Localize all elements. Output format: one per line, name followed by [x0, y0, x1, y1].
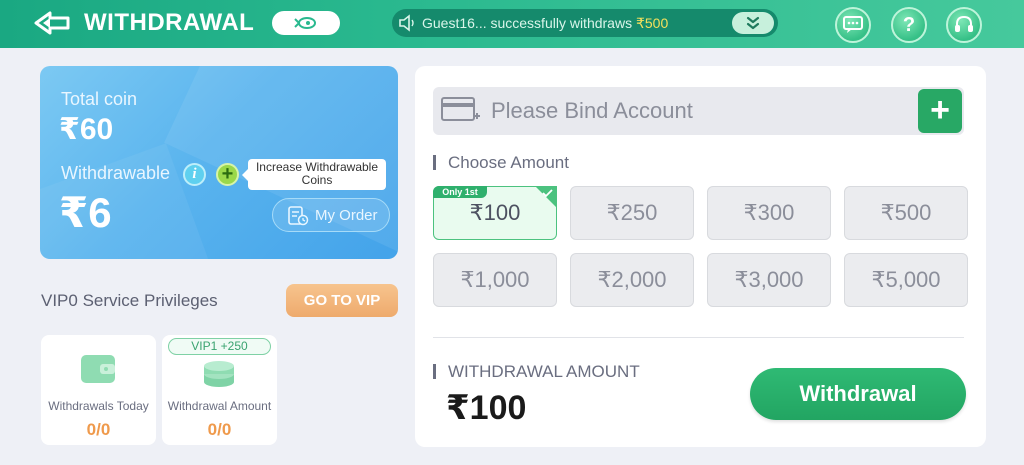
header-bar: WITHDRAWAL Guest16... successfully withd…: [0, 0, 1024, 48]
amount-label: ₹300: [743, 200, 795, 225]
amount-label: ₹250: [606, 200, 658, 225]
withdrawals-today-value: 0/0: [86, 420, 111, 439]
withdrawable-label: Withdrawable: [61, 163, 171, 183]
divider: [433, 337, 964, 338]
amount-option-1000[interactable]: ₹1,000: [433, 253, 557, 307]
amount-option-250[interactable]: ₹250: [570, 186, 694, 240]
info-icon[interactable]: i: [183, 163, 206, 186]
check-icon: [542, 189, 553, 198]
withdrawal-amount-label: Withdrawal Amount: [167, 399, 272, 413]
back-arrow-icon[interactable]: [34, 10, 74, 36]
amount-label: ₹5,000: [871, 267, 941, 292]
withdrawal-amount-display: ₹100: [446, 389, 527, 427]
withdrawals-today-card: Withdrawals Today 0/0: [41, 335, 156, 445]
increase-withdrawable-tooltip: Increase Withdrawable Coins: [242, 159, 386, 190]
my-order-label: My Order: [315, 207, 378, 224]
withdrawal-amount-card: VIP1 +250 Withdrawal Amount 0/0: [162, 335, 277, 445]
help-icon: ?: [902, 13, 916, 36]
amount-label: ₹500: [880, 200, 932, 225]
amount-option-300[interactable]: ₹300: [707, 186, 831, 240]
my-order-button[interactable]: My Order: [272, 198, 390, 232]
page-title: WITHDRAWAL: [84, 9, 255, 36]
rocket-button[interactable]: [272, 11, 340, 35]
withdrawal-button[interactable]: Withdrawal: [750, 368, 966, 420]
amount-label: ₹2,000: [597, 267, 667, 292]
expand-announcements-button[interactable]: [732, 12, 774, 34]
coin-stack-icon: [204, 361, 234, 387]
help-button[interactable]: ?: [891, 7, 927, 43]
withdraw-announcement: Guest16... successfully withdraws ₹500: [392, 9, 778, 37]
withdrawable-value: ₹6: [59, 189, 112, 236]
bank-card-icon: [441, 97, 480, 121]
go-to-vip-button[interactable]: GO TO VIP: [286, 284, 398, 317]
amount-label: ₹1,000: [460, 267, 530, 292]
chat-button[interactable]: [835, 7, 871, 43]
coin-card: Total coin ₹60 Withdrawable i + Increase…: [40, 66, 398, 259]
announcement-amount: ₹500: [635, 15, 669, 31]
total-coin-label: Total coin: [61, 89, 138, 109]
announcement-text: Guest16... successfully withdraws ₹500: [422, 15, 668, 32]
increase-withdrawable-plus-icon[interactable]: +: [216, 163, 239, 186]
wallet-icon: [81, 355, 115, 383]
bind-account-placeholder: Please Bind Account: [491, 98, 693, 123]
amount-label: ₹100: [469, 200, 521, 225]
bind-account-field[interactable]: Please Bind Account +: [433, 87, 964, 135]
speaker-icon: [399, 14, 414, 32]
chat-icon: [843, 16, 863, 33]
amount-option-100[interactable]: Only 1st ₹100: [433, 186, 557, 240]
amount-option-3000[interactable]: ₹3,000: [707, 253, 831, 307]
amount-option-2000[interactable]: ₹2,000: [570, 253, 694, 307]
withdrawal-amount-title: WITHDRAWAL AMOUNT: [433, 363, 640, 380]
choose-amount-title: Choose Amount: [433, 154, 569, 171]
amount-option-5000[interactable]: ₹5,000: [844, 253, 968, 307]
only-first-tag: Only 1st: [433, 186, 487, 198]
support-button[interactable]: [946, 7, 982, 43]
withdraw-panel: Please Bind Account + Choose Amount Only…: [415, 66, 986, 447]
vip-bonus-badge: VIP1 +250: [168, 338, 271, 355]
rocket-icon: [294, 17, 316, 29]
withdrawal-amount-value: 0/0: [207, 420, 232, 439]
announcement-user: Guest16... successfully withdraws: [422, 15, 636, 31]
headset-icon: [955, 15, 973, 32]
amount-option-500[interactable]: ₹500: [844, 186, 968, 240]
order-icon: [288, 206, 309, 226]
total-coin-value: ₹60: [59, 113, 114, 146]
withdrawals-today-label: Withdrawals Today: [48, 399, 149, 413]
vip-privileges-label: VIP0 Service Privileges: [41, 291, 218, 310]
amount-label: ₹3,000: [734, 267, 804, 292]
add-account-button[interactable]: +: [918, 89, 962, 133]
chevron-double-down-icon: [746, 16, 760, 30]
